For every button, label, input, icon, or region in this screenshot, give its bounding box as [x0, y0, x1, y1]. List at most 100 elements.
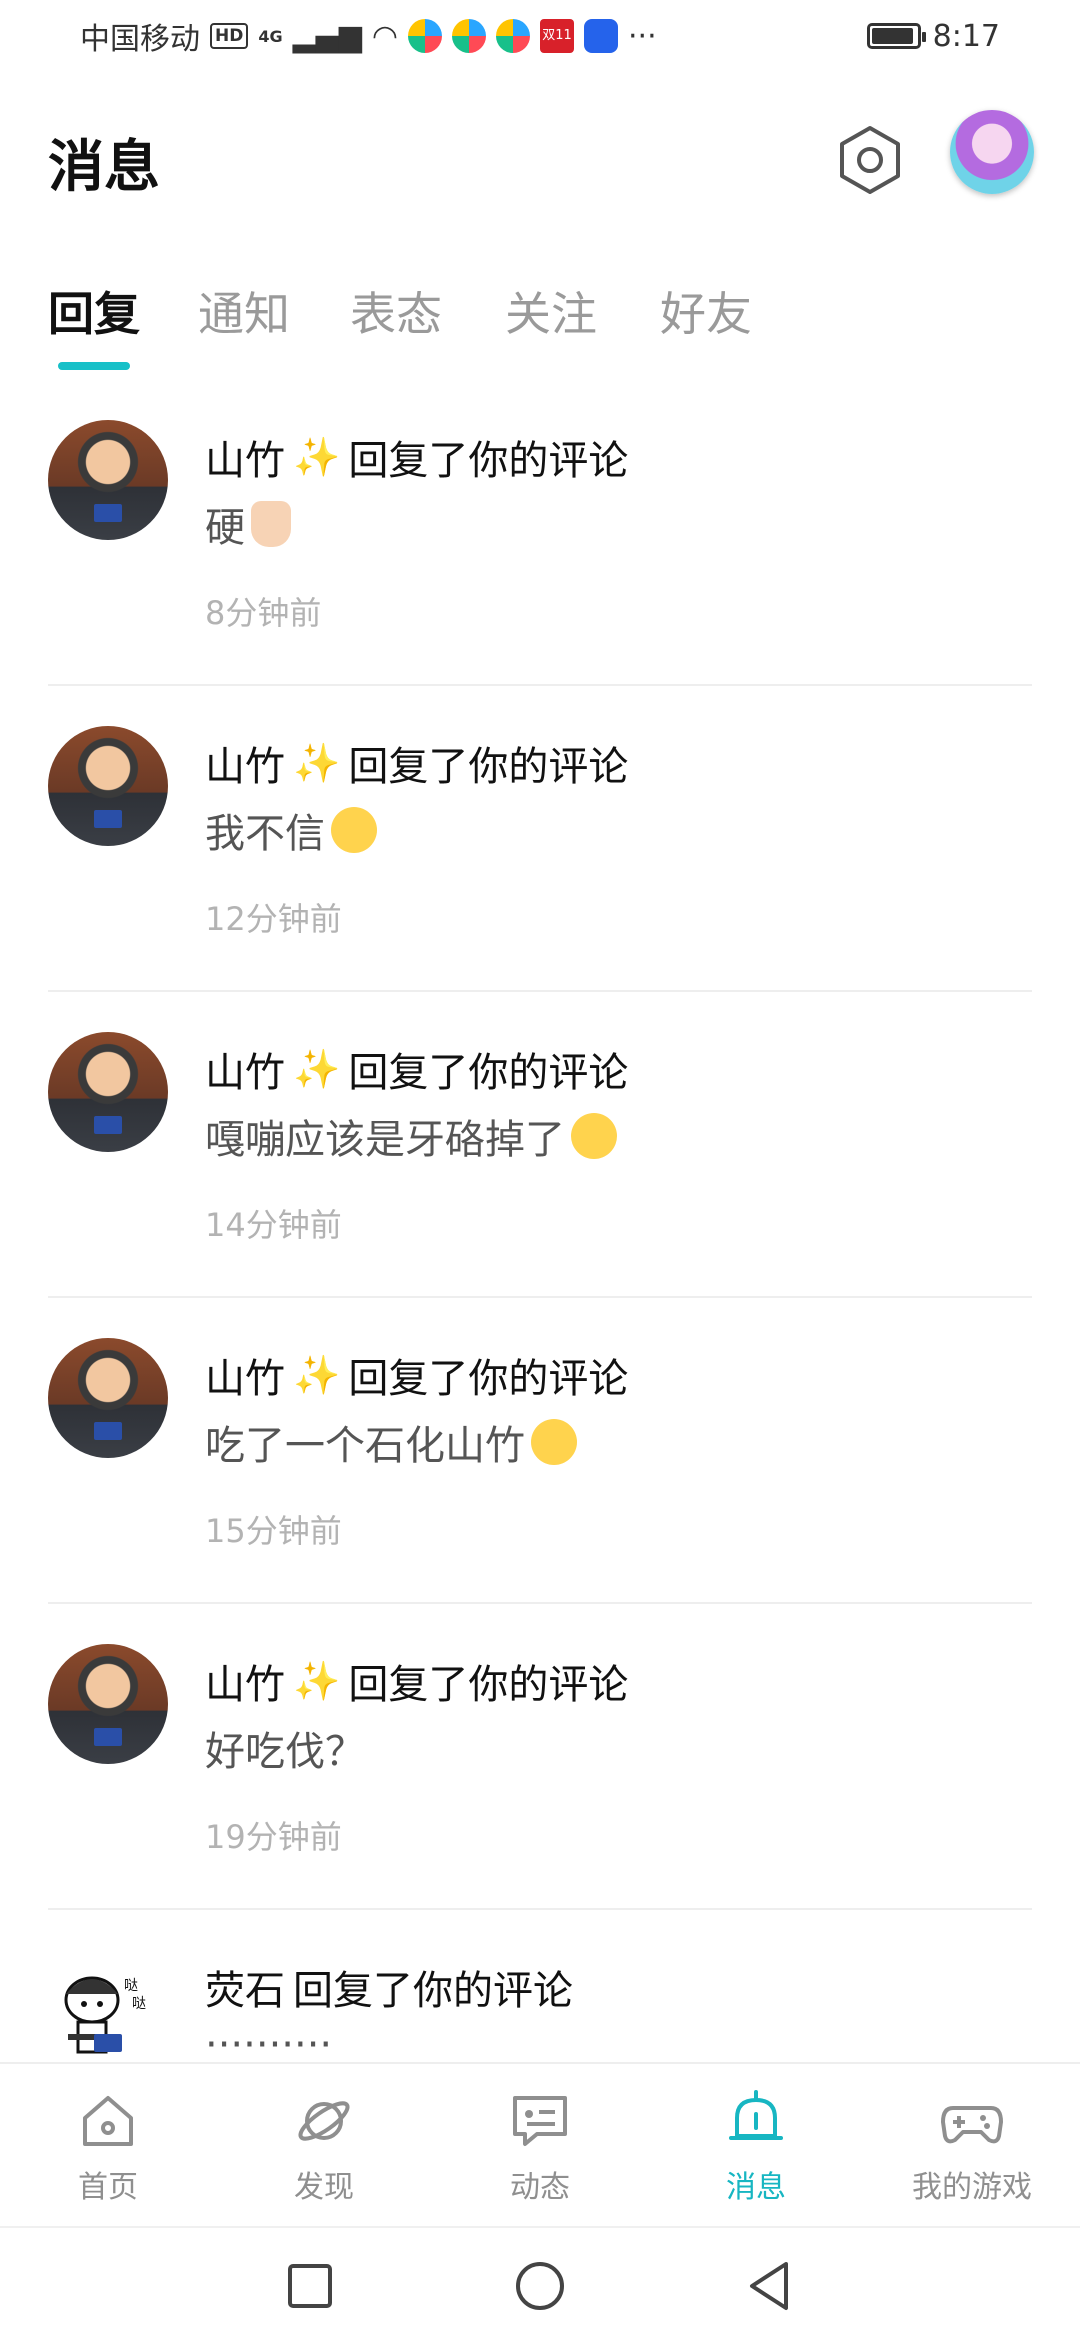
tab-friends[interactable]: 好友 — [660, 278, 752, 344]
comment-text: 硬 — [205, 505, 245, 551]
clock: 8:17 — [932, 18, 1000, 54]
username[interactable]: 山竹 — [205, 734, 285, 792]
tab-indicator — [58, 362, 130, 370]
app-notification-icon — [408, 19, 443, 53]
app-notification-icon — [496, 19, 531, 53]
action-text: 回复了你的评论 — [348, 1356, 629, 1402]
timestamp: 14分钟前 — [205, 1206, 342, 1244]
nav-label: 发现 — [294, 2170, 354, 2205]
comment-body: 嘎嘣应该是牙硌掉了 — [205, 1107, 617, 1165]
avatar[interactable] — [48, 726, 168, 846]
tab-reply[interactable]: 回复 — [48, 278, 140, 344]
comment-body: ·········· — [205, 2022, 332, 2060]
signal-icon: 4G — [258, 26, 283, 46]
battery-icon — [866, 23, 926, 49]
wifi-icon: ◠ — [371, 18, 399, 54]
gamepad-icon — [941, 2106, 1003, 2144]
tab-notification[interactable]: 通知 — [198, 278, 290, 344]
home-button[interactable] — [510, 2256, 570, 2316]
settings-button[interactable] — [830, 120, 910, 200]
list-item[interactable]: 山竹 ✨ 回复了你的评论 嘎嘣应该是牙硌掉了 14分钟前 — [0, 992, 1080, 1298]
more-notifications-icon: ··· — [628, 18, 657, 54]
sparkle-icon: ✨ — [293, 1352, 341, 1397]
nav-label: 首页 — [78, 2170, 138, 2205]
item-title: 山竹 ✨ 回复了你的评论 — [205, 1040, 628, 1098]
timestamp: 8分钟前 — [205, 594, 322, 632]
item-title: 山竹 ✨ 回复了你的评论 — [205, 428, 628, 486]
list-item[interactable]: 哒 哒 荧石 回复了你的评论 ·········· — [0, 1910, 1080, 2060]
username[interactable]: 山竹 — [205, 1346, 285, 1404]
sparkle-icon: ✨ — [293, 434, 341, 479]
tab-follow[interactable]: 关注 — [505, 278, 597, 344]
hushed-face-icon — [531, 1419, 577, 1465]
comment-text: 嘎嘣应该是牙硌掉了 — [205, 1117, 565, 1163]
signal-bars-icon: ▂▄▆ — [292, 18, 362, 54]
planet-icon — [298, 2101, 350, 2141]
nav-label: 消息 — [726, 2170, 786, 2205]
comment-text: 吃了一个石化山竹 — [205, 1423, 525, 1469]
svg-text:哒: 哒 — [132, 1995, 146, 2012]
item-title: 山竹 ✨ 回复了你的评论 — [205, 1346, 628, 1404]
avatar[interactable] — [48, 420, 168, 540]
timestamp: 12分钟前 — [205, 900, 342, 938]
thumbs-up-icon — [251, 501, 291, 547]
recents-button[interactable] — [280, 2256, 340, 2316]
page-title: 消息 — [48, 135, 160, 200]
bottom-nav: 首页 发现 动态 消息 我的游戏 — [0, 2062, 1080, 2224]
svg-text:哒: 哒 — [124, 1977, 138, 1994]
settings-hexagon-icon — [840, 126, 900, 194]
action-text: 回复了你的评论 — [348, 438, 629, 484]
message-tabs: 回复 通知 表态 关注 好友 — [0, 260, 1080, 370]
tab-reaction[interactable]: 表态 — [350, 278, 442, 344]
nav-home[interactable]: 首页 — [8, 2088, 208, 2206]
comment-text: ·········· — [205, 2022, 333, 2060]
avatar[interactable] — [48, 1338, 168, 1458]
sparkle-icon: ✨ — [293, 1046, 341, 1091]
hd-badge: HD — [210, 23, 249, 49]
comment-body: 硬 — [205, 495, 291, 553]
list-item[interactable]: 山竹 ✨ 回复了你的评论 好吃伐？ 19分钟前 — [0, 1604, 1080, 1910]
status-bar: 中国移动 HD 4G ▂▄▆ ◠ 双11 ··· 8:17 — [0, 0, 1080, 72]
nav-messages[interactable]: 消息 — [656, 2088, 856, 2206]
list-item[interactable]: 山竹 ✨ 回复了你的评论 硬 8分钟前 — [0, 380, 1080, 686]
back-button[interactable] — [740, 2256, 800, 2316]
chat-bubble-icon — [513, 2096, 567, 2146]
list-item[interactable]: 山竹 ✨ 回复了你的评论 我不信 12分钟前 — [0, 686, 1080, 992]
header: 消息 — [0, 100, 1080, 220]
nav-label: 动态 — [510, 2170, 570, 2205]
nav-my-games[interactable]: 我的游戏 — [872, 2088, 1072, 2206]
cartoon-soldier-icon: 哒 哒 — [64, 1976, 146, 2054]
comment-body: 吃了一个石化山竹 — [205, 1413, 577, 1471]
app-notification-icon — [452, 19, 487, 53]
action-text: 回复了你的评论 — [293, 1968, 573, 2014]
system-nav-bar — [0, 2226, 1080, 2340]
username[interactable]: 山竹 — [205, 1040, 285, 1098]
profile-avatar[interactable] — [950, 110, 1034, 194]
sparkle-icon: ✨ — [293, 740, 341, 785]
back-triangle-icon — [750, 2262, 788, 2310]
carrier-label: 中国移动 — [80, 22, 200, 57]
nav-discover[interactable]: 发现 — [224, 2088, 424, 2206]
comment-body: 我不信 — [205, 801, 377, 859]
timestamp: 19分钟前 — [205, 1818, 342, 1856]
action-text: 回复了你的评论 — [348, 1050, 629, 1096]
home-icon — [83, 2096, 133, 2146]
username[interactable]: 山竹 — [205, 1652, 285, 1710]
nav-feed[interactable]: 动态 — [440, 2088, 640, 2206]
action-text: 回复了你的评论 — [348, 1662, 629, 1708]
avatar[interactable]: 哒 哒 — [48, 1950, 168, 2060]
comment-text: 我不信 — [205, 811, 325, 857]
item-title: 荧石 回复了你的评论 — [205, 1958, 573, 2016]
username[interactable]: 山竹 — [205, 428, 285, 486]
comment-body: 好吃伐？ — [205, 1719, 365, 1777]
sparkle-icon: ✨ — [293, 1658, 341, 1703]
kissing-face-icon — [571, 1113, 617, 1159]
avatar[interactable] — [48, 1644, 168, 1764]
username[interactable]: 荧石 — [205, 1958, 285, 2016]
avatar[interactable] — [48, 1032, 168, 1152]
list-item[interactable]: 山竹 ✨ 回复了你的评论 吃了一个石化山竹 15分钟前 — [0, 1298, 1080, 1604]
nav-label: 我的游戏 — [912, 2170, 1032, 2205]
bell-icon — [729, 2090, 783, 2140]
square-icon — [288, 2264, 332, 2308]
item-title: 山竹 ✨ 回复了你的评论 — [205, 734, 628, 792]
